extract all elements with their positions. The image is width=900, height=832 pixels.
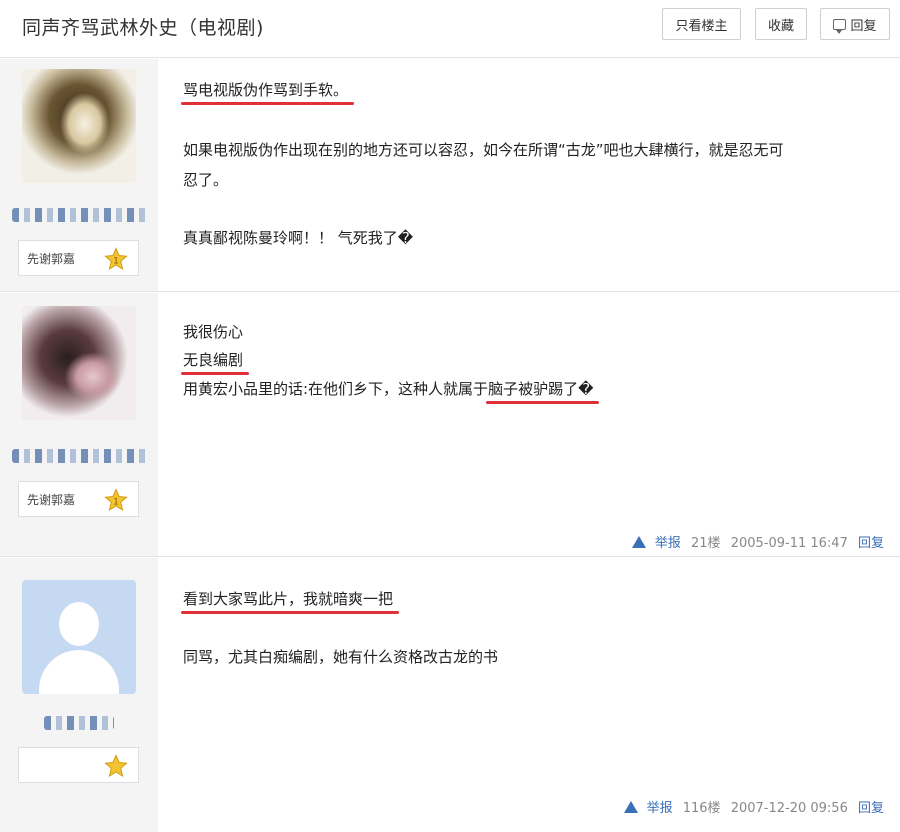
floor-number: 21楼 (691, 536, 721, 551)
star-icon: 1 (104, 488, 128, 512)
favorite-button[interactable]: 收藏 (755, 8, 807, 40)
post-3-meta: 举报 116楼 2007-12-20 09:56 回复 (612, 797, 884, 816)
avatar[interactable] (22, 580, 136, 694)
reply-button[interactable]: 回复 (820, 8, 890, 40)
badge-label: 先谢郭嘉 (27, 492, 76, 507)
post-3-sidebar (0, 558, 158, 832)
floor-number: 116楼 (682, 801, 721, 816)
post-1-line-1: 骂电视版伪作骂到手软。 (180, 81, 355, 105)
avatar[interactable] (22, 69, 136, 183)
star-icon: 1 (104, 247, 128, 271)
warning-icon (631, 536, 646, 548)
reply-link[interactable]: 回复 (858, 801, 884, 816)
badge-level: 1 (113, 257, 119, 267)
warning-icon (623, 801, 638, 813)
post-2-line-3: 用黄宏小品里的话:在他们乡下，这种人就属于脑子被驴踢了� (183, 380, 600, 404)
badge-label: 先谢郭嘉 (27, 251, 76, 266)
reply-button-label: 回复 (850, 18, 877, 34)
reply-link[interactable]: 回复 (858, 536, 884, 551)
post-time: 2005-09-11 16:47 (730, 536, 848, 551)
post-1-line-2: 如果电视版伪作出现在别的地方还可以容忍，如今在所谓“古龙”吧也大肆横行，就是忍无… (183, 141, 784, 159)
level-badge[interactable] (18, 747, 139, 783)
post-2-meta: 举报 21楼 2005-09-11 16:47 回复 (620, 532, 884, 551)
post-3-line-2: 同骂，尤其白痴编剧，她有什么资格改古龙的书 (183, 648, 499, 666)
post-1-line-3: 忍了。 (183, 171, 229, 189)
post-3-line-1: 看到大家骂此片，我就暗爽一把 (180, 590, 400, 614)
post-2: 先谢郭嘉 1 我很伤心 无良编剧 用黄宏小品里的话:在他们乡下，这种人就属于脑子… (0, 293, 900, 557)
post-1: 先谢郭嘉 1 骂电视版伪作骂到手软。 如果电视版伪作出现在别的地方还可以容忍，如… (0, 59, 900, 292)
post-2-sidebar: 先谢郭嘉 1 (0, 293, 158, 556)
post-1-line-4: 真真鄙视陈曼玲啊！！ 气死我了� (183, 229, 414, 247)
thread-title: 同声齐骂武林外史（电视剧) (22, 17, 264, 39)
post-1-sidebar: 先谢郭嘉 1 (0, 59, 158, 291)
post-2-line-1: 我很伤心 (183, 323, 244, 341)
report-link[interactable]: 举报 (618, 801, 673, 816)
post-2-line-2: 无良编剧 (180, 351, 250, 375)
report-link[interactable]: 举报 (626, 536, 681, 551)
post-time: 2007-12-20 09:56 (730, 801, 848, 816)
star-icon (104, 754, 128, 778)
level-badge[interactable]: 先谢郭嘉 1 (18, 481, 139, 517)
username[interactable] (44, 716, 114, 730)
username[interactable] (12, 449, 148, 463)
username[interactable] (12, 208, 148, 222)
only-op-button[interactable]: 只看楼主 (662, 8, 741, 40)
level-badge[interactable]: 先谢郭嘉 1 (18, 240, 139, 276)
badge-level: 1 (113, 498, 119, 508)
reply-icon (833, 18, 847, 34)
avatar[interactable] (22, 306, 136, 420)
post-3: 看到大家骂此片，我就暗爽一把 同骂，尤其白痴编剧，她有什么资格改古龙的书 举报 … (0, 558, 900, 832)
thread-header: 同声齐骂武林外史（电视剧) 只看楼主 收藏 回复 (0, 0, 900, 58)
